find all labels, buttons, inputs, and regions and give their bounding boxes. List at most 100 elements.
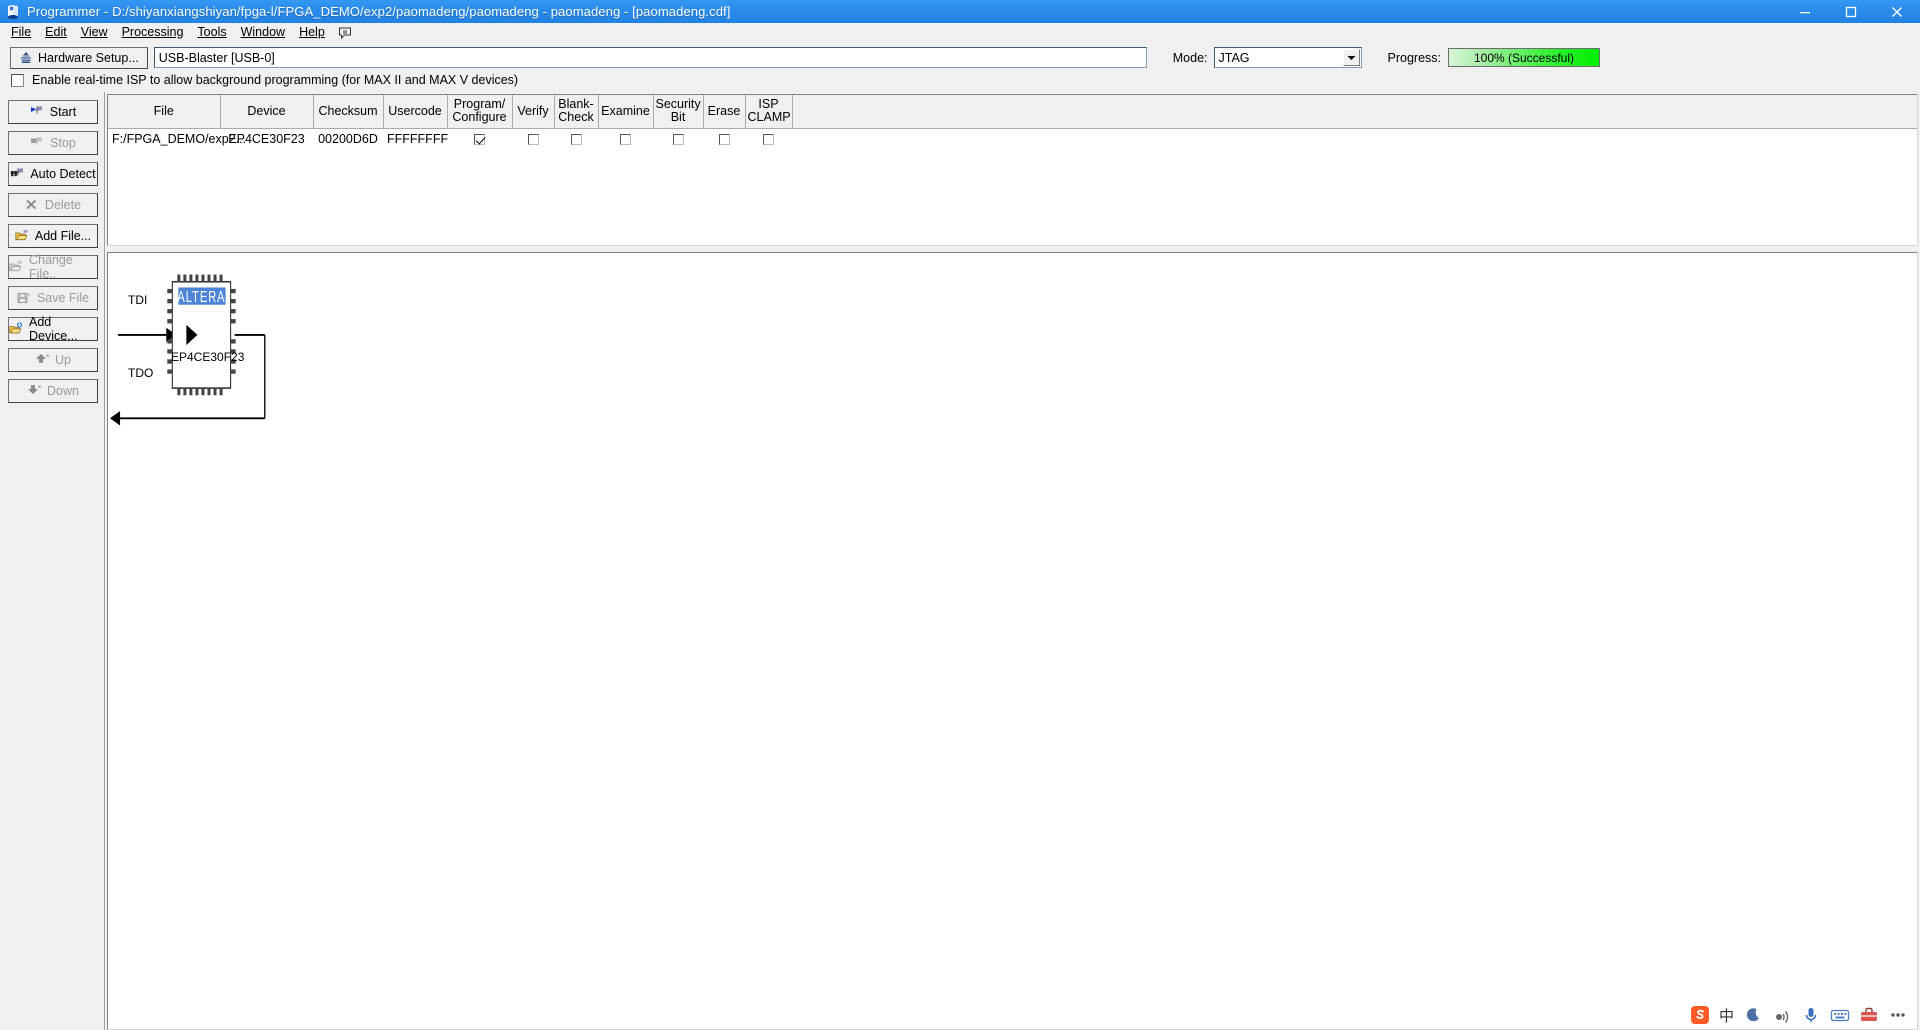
menu-item-tools[interactable]: Tools [190, 23, 233, 42]
cell-blank-check[interactable] [554, 128, 598, 150]
action-sidebar: Start Stop Auto Detect Delete Add File..… [0, 92, 105, 1030]
start-button[interactable]: Start [8, 100, 98, 124]
program-configure-checkbox[interactable] [474, 134, 485, 146]
tdi-label: TDI [128, 293, 148, 307]
column-header-program-configure[interactable]: Program/ Configure [447, 95, 513, 129]
cell-device[interactable]: EP4CE30F23 [220, 128, 313, 150]
jtag-chain-panel[interactable]: ALTERA TDI TDO EP4CE30F23 [107, 252, 1918, 1030]
moon-icon[interactable] [1743, 1005, 1763, 1025]
keyboard-icon[interactable] [1830, 1005, 1850, 1025]
window-controls [1782, 0, 1920, 23]
sogou-s-icon[interactable] [1690, 1005, 1710, 1025]
auto-detect-label: Auto Detect [30, 167, 96, 181]
title-bar: Programmer - D:/shiyanxiangshiyan/fpga-l… [0, 0, 1920, 23]
stop-label: Stop [50, 136, 76, 150]
hardware-value-field[interactable]: USB-Blaster [USB-0] [153, 47, 1147, 68]
menu-item-help[interactable]: Help [292, 23, 332, 42]
column-header-usercode[interactable]: Usercode [383, 95, 448, 129]
up-button[interactable]: Up [8, 348, 98, 372]
enable-realtime-isp-checkbox[interactable] [11, 73, 24, 87]
mode-dropdown[interactable]: JTAG [1213, 47, 1362, 68]
col-file-line1: File [153, 103, 174, 118]
progress-label: Progress: [1387, 50, 1442, 65]
col-usercode-line1: Usercode [388, 103, 442, 118]
col-device-line1: Device [247, 103, 286, 118]
maximize-button[interactable] [1828, 0, 1874, 23]
search-help-icon[interactable] [332, 26, 358, 40]
chevron-down-icon[interactable] [1342, 49, 1360, 66]
menu-item-view[interactable]: View [74, 23, 115, 42]
hardware-toolbar: Hardware Setup... USB-Blaster [USB-0] Mo… [0, 43, 1920, 70]
examine-checkbox[interactable] [620, 134, 631, 146]
cell-examine[interactable] [598, 128, 653, 150]
chinese-mode-icon[interactable]: 中 [1719, 1005, 1734, 1026]
cell-file[interactable]: F:/FPGA_DEMO/exp2... [108, 128, 246, 150]
minimize-button[interactable] [1782, 0, 1828, 23]
mode-label: Mode: [1172, 50, 1208, 65]
cell-erase[interactable] [703, 128, 745, 150]
save-file-label: Save File [36, 291, 90, 305]
down-button[interactable]: Down [8, 379, 98, 403]
menu-item-processing[interactable]: Processing [115, 23, 191, 42]
menu-view-label: View [80, 25, 108, 39]
voice-wave-icon[interactable] [1772, 1005, 1792, 1025]
save-file-button[interactable]: Save File [8, 286, 98, 310]
save-file-icon [17, 293, 31, 303]
cell-verify[interactable] [512, 128, 554, 150]
auto-detect-button[interactable]: Auto Detect [8, 162, 98, 186]
col-ispclamp-line2: CLAMP [747, 110, 791, 125]
main-body: Start Stop Auto Detect Delete Add File..… [0, 90, 1920, 1030]
menu-processing-label: Processing [121, 25, 184, 39]
column-header-blank-check[interactable]: Blank- Check [554, 95, 599, 129]
column-header-verify[interactable]: Verify [512, 95, 555, 129]
col-blank-line2: Check [558, 110, 594, 125]
hardware-icon [21, 51, 31, 63]
menu-file-label: File [11, 25, 32, 39]
toolbox-icon[interactable] [1859, 1005, 1879, 1025]
cell-isp-clamp[interactable] [745, 128, 792, 150]
column-header-examine[interactable]: Examine [598, 95, 654, 129]
column-header-file[interactable]: File [108, 95, 221, 129]
cell-usercode[interactable]: FFFFFFFF [383, 128, 448, 150]
column-header-filler [792, 95, 1917, 129]
add-device-button[interactable]: Add Device... [8, 315, 98, 343]
cell-security-bit[interactable] [653, 128, 703, 150]
verify-checkbox[interactable] [527, 134, 539, 146]
close-button[interactable] [1874, 0, 1920, 23]
menu-item-file[interactable]: File [4, 23, 38, 42]
blank-check-checkbox[interactable] [570, 134, 582, 146]
menu-item-window[interactable]: Window [234, 23, 292, 42]
col-erase-line1: Erase [707, 103, 741, 118]
column-header-security-bit[interactable]: Security Bit [653, 95, 704, 129]
delete-button[interactable]: Delete [8, 193, 98, 217]
security-bit-checkbox[interactable] [672, 134, 684, 146]
add-file-button[interactable]: Add File... [8, 224, 98, 248]
stop-button[interactable]: Stop [8, 131, 98, 155]
table-row[interactable]: F:/FPGA_DEMO/exp2... EP4CE30F23 00200D6D… [108, 128, 1917, 150]
col-blank-line1: Blank- [558, 97, 594, 112]
delete-label: Delete [44, 198, 82, 212]
column-header-device[interactable]: Device [220, 95, 314, 129]
cell-checksum[interactable]: 00200D6D [313, 128, 383, 150]
isp-option-row: Enable real-time ISP to allow background… [0, 70, 1920, 90]
cell-program-configure[interactable] [447, 128, 512, 150]
erase-checkbox[interactable] [718, 134, 730, 146]
hardware-value-text: USB-Blaster [USB-0] [158, 50, 275, 65]
table-header-row: File Device Checksum Usercode Program/ C… [108, 95, 1917, 129]
isp-clamp-checkbox[interactable] [763, 134, 774, 146]
change-file-button[interactable]: Change File.. [8, 253, 98, 281]
menu-dots-icon[interactable] [1888, 1005, 1908, 1025]
column-header-erase[interactable]: Erase [703, 95, 746, 129]
add-file-label: Add File... [34, 229, 92, 243]
microphone-icon[interactable] [1801, 1005, 1821, 1025]
quartus-programmer-icon [5, 4, 21, 20]
col-security-line2: Bit [670, 110, 686, 125]
device-table-panel[interactable]: File Device Checksum Usercode Program/ C… [107, 94, 1918, 246]
column-header-checksum[interactable]: Checksum [313, 95, 384, 129]
menu-item-edit[interactable]: Edit [38, 23, 74, 42]
start-flag-icon [30, 106, 42, 114]
column-header-isp-clamp[interactable]: ISP CLAMP [745, 95, 793, 129]
col-security-line1: Security [655, 97, 701, 112]
right-pane: File Device Checksum Usercode Program/ C… [105, 92, 1920, 1030]
hardware-setup-button[interactable]: Hardware Setup... [10, 46, 148, 69]
